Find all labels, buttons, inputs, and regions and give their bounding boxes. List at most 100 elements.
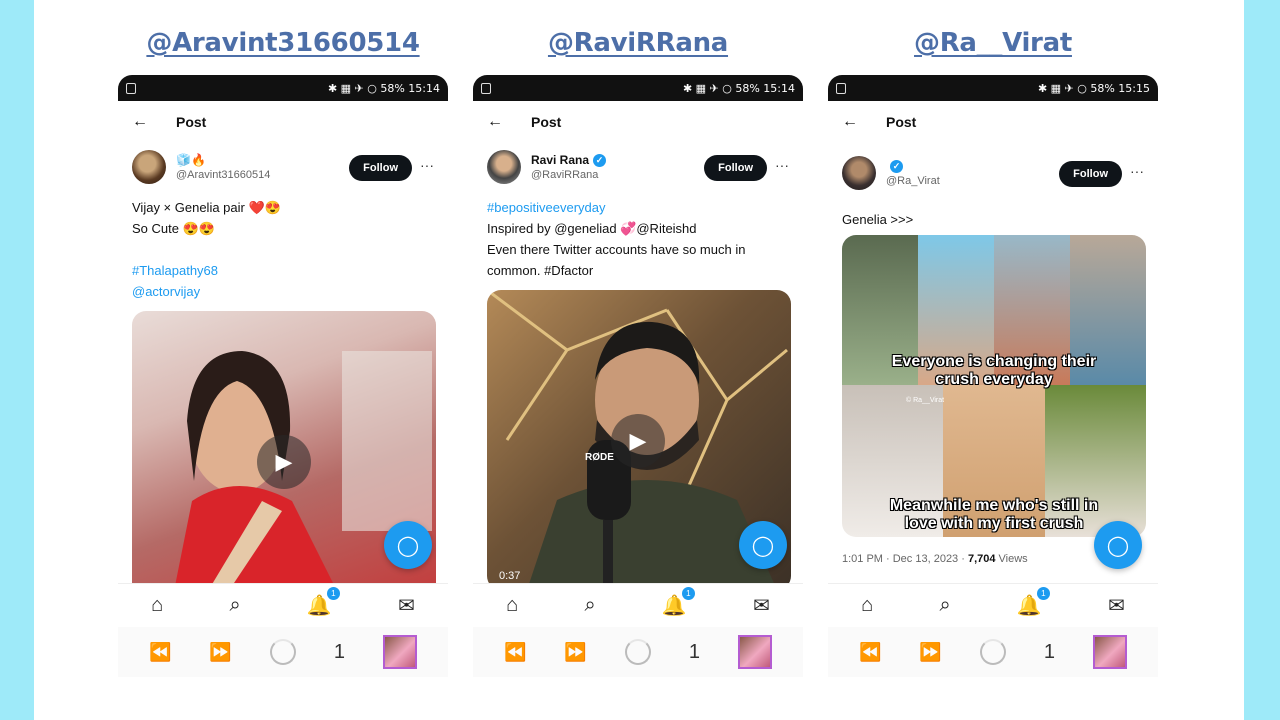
bottom-nav: ⌂ ⌕ 🔔 1 ✉	[118, 583, 448, 627]
post-header: ← Post	[828, 101, 1158, 143]
more-options-icon[interactable]: ···	[775, 157, 789, 173]
follow-button[interactable]: Follow	[704, 155, 767, 181]
author-name-row[interactable]: ✓	[886, 159, 940, 173]
mic-brand-label: RØDE	[585, 452, 614, 463]
forward-icon[interactable]: ⏩	[919, 642, 941, 663]
rewind-icon[interactable]: ⏪	[859, 642, 881, 663]
rewind-icon[interactable]: ⏪	[504, 642, 526, 663]
loading-ring-icon	[624, 639, 651, 665]
notification-badge: 1	[326, 587, 340, 600]
avatar[interactable]	[132, 150, 166, 184]
status-bar: ✱ ▦ ✈ ○ 58% 15:14	[118, 75, 448, 101]
tweet-line: So Cute 😍😍	[132, 221, 215, 236]
author-row: Ravi Rana ✓ @RaviRRana Follow ···	[473, 143, 803, 191]
phone-screenshot: ✱ ▦ ✈ ○ 58% 15:14 ← Post Ravi Rana ✓ @Rav…	[473, 75, 803, 695]
bottom-nav: ⌂ ⌕ 🔔 1 ✉	[473, 583, 803, 627]
rewind-icon[interactable]: ⏪	[149, 642, 171, 663]
notification-badge: 1	[681, 587, 695, 600]
system-toolbar: ⏪ ⏩ 1	[118, 627, 448, 677]
gallery-icon	[481, 82, 491, 94]
tweet-text: #bepositiveeveryday Inspired by @genelia…	[473, 191, 803, 281]
compose-reply-button[interactable]: ◯	[739, 521, 787, 569]
home-icon[interactable]: ⌂	[151, 594, 163, 617]
notifications-icon[interactable]: 🔔 1	[1017, 587, 1050, 618]
forward-icon[interactable]: ⏩	[209, 642, 231, 663]
page-number: 1	[1043, 640, 1055, 663]
follow-button[interactable]: Follow	[349, 155, 412, 181]
page-number: 1	[688, 640, 700, 663]
avatar[interactable]	[487, 150, 521, 184]
status-bar: ✱ ▦ ✈ ○ 58% 15:14	[473, 75, 803, 101]
compose-reply-button[interactable]: ◯	[1094, 521, 1142, 569]
panel-aravint: @Aravint31660514 ✱ ▦ ✈ ○ 58% 15:14 ← Pos…	[118, 0, 448, 720]
views-label: Views	[995, 553, 1028, 565]
mention-link[interactable]: @actorvijay	[132, 281, 434, 302]
tweet-line: Even there Twitter accounts have so much…	[487, 242, 746, 257]
system-toolbar: ⏪ ⏩ 1	[473, 627, 803, 677]
more-options-icon[interactable]: ···	[420, 157, 434, 173]
meme-top-caption: Everyone is changing their crush everyda…	[891, 353, 1097, 388]
phone-screenshot: ✱ ▦ ✈ ○ 58% 15:15 ← Post ✓ @Ra_Virat Fol…	[828, 75, 1158, 695]
tweet-line: Genelia >>>	[842, 212, 914, 227]
messages-icon[interactable]: ✉	[398, 593, 415, 618]
back-arrow-icon[interactable]: ←	[132, 113, 148, 131]
forward-icon[interactable]: ⏩	[564, 642, 586, 663]
messages-icon[interactable]: ✉	[1108, 593, 1125, 618]
compose-reply-button[interactable]: ◯	[384, 521, 432, 569]
search-icon[interactable]: ⌕	[939, 594, 950, 617]
right-cyan-border	[1244, 0, 1280, 720]
hashtag-link[interactable]: #Thalapathy68	[132, 260, 434, 281]
home-icon[interactable]: ⌂	[861, 594, 873, 617]
follow-button[interactable]: Follow	[1059, 161, 1122, 187]
author-handle[interactable]: @Ra_Virat	[886, 175, 940, 187]
panel-handle-title: @Aravint31660514	[146, 28, 420, 58]
play-icon[interactable]: ▶	[257, 435, 311, 489]
search-icon[interactable]: ⌕	[229, 594, 240, 617]
author-handle[interactable]: @RaviRRana	[531, 169, 606, 181]
more-options-icon[interactable]: ···	[1130, 163, 1144, 179]
verified-badge-icon: ✓	[593, 153, 607, 167]
loading-ring-icon	[979, 639, 1006, 665]
home-icon[interactable]: ⌂	[506, 594, 518, 617]
post-meta: 1:01 PM · Dec 13, 2023 · 7,704 Views	[842, 553, 1028, 565]
gallery-icon	[126, 82, 136, 94]
meme-watermark: © Ra__Virat	[906, 397, 945, 404]
verified-badge-icon: ✓	[890, 159, 903, 173]
author-name: Ravi Rana	[531, 153, 590, 167]
meme-image[interactable]: Everyone is changing their crush everyda…	[842, 235, 1146, 537]
tweet-line	[132, 239, 434, 260]
post-timestamp: 1:01 PM · Dec 13, 2023 ·	[842, 553, 968, 565]
author-name[interactable]: 🧊🔥	[176, 153, 270, 167]
notification-badge: 1	[1036, 587, 1050, 600]
tweet-line: Inspired by @geneliad 💞@Riteishd	[487, 221, 697, 236]
notifications-icon[interactable]: 🔔 1	[662, 587, 695, 618]
profile-thumbnail[interactable]	[1092, 635, 1127, 669]
phone-screenshot: ✱ ▦ ✈ ○ 58% 15:14 ← Post 🧊🔥 @Aravint3166…	[118, 75, 448, 695]
gallery-icon	[836, 82, 846, 94]
hashtag-link[interactable]: #bepositiveeveryday	[487, 197, 789, 218]
profile-thumbnail[interactable]	[382, 635, 417, 669]
video-duration: 0:37	[499, 570, 521, 582]
author-name-row[interactable]: Ravi Rana ✓	[531, 153, 607, 167]
tweet-text: Genelia >>>	[828, 203, 1158, 230]
panel-handle-title: @RaviRRana	[547, 28, 729, 58]
status-icons: ✱ ▦ ✈ ○ 58% 15:14	[682, 81, 795, 95]
back-arrow-icon[interactable]: ←	[487, 113, 503, 131]
page-title: Post	[886, 114, 917, 130]
author-handle[interactable]: @Aravint31660514	[176, 169, 270, 181]
notifications-icon[interactable]: 🔔 1	[307, 587, 340, 618]
status-icons: ✱ ▦ ✈ ○ 58% 15:14	[327, 81, 440, 95]
page-title: Post	[531, 114, 562, 130]
play-icon[interactable]: ▶	[611, 414, 665, 468]
page-title: Post	[176, 114, 207, 130]
author-row: ✓ @Ra_Virat Follow ···	[828, 143, 1158, 203]
bottom-nav: ⌂ ⌕ 🔔 1 ✉	[828, 583, 1158, 627]
post-header: ← Post	[118, 101, 448, 143]
profile-thumbnail[interactable]	[737, 635, 772, 669]
status-bar: ✱ ▦ ✈ ○ 58% 15:15	[828, 75, 1158, 101]
search-icon[interactable]: ⌕	[584, 594, 595, 617]
messages-icon[interactable]: ✉	[753, 593, 770, 618]
back-arrow-icon[interactable]: ←	[842, 113, 858, 131]
page-number: 1	[333, 640, 345, 663]
avatar[interactable]	[842, 156, 876, 190]
